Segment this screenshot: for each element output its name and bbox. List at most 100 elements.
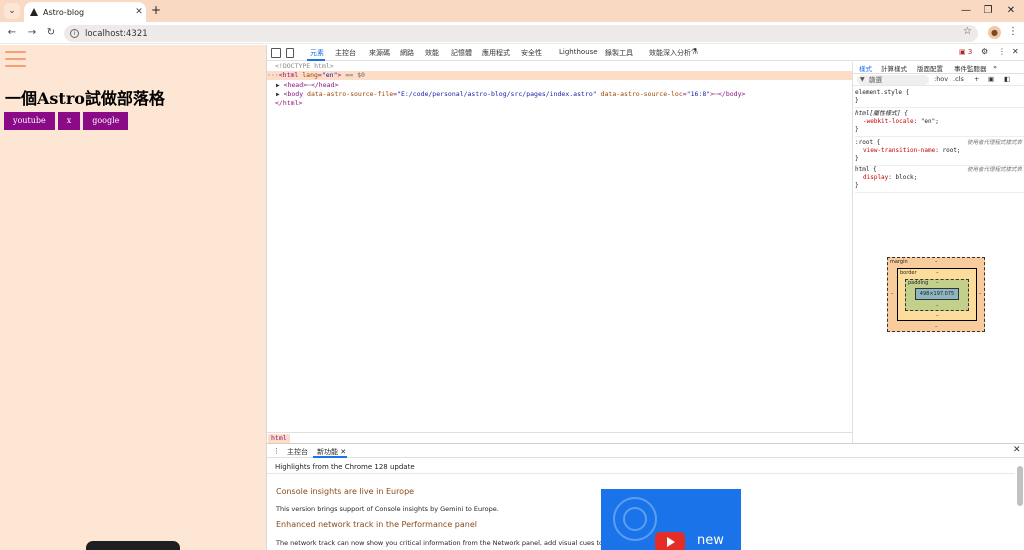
box-model-diagram: margin – – – – border – – padding – – 49… xyxy=(887,257,985,332)
active-tab-indicator xyxy=(307,59,325,61)
address-bar[interactable]: i localhost:4321 ☆ xyxy=(64,25,978,42)
style-rule-element[interactable]: element.style { } xyxy=(855,89,1024,108)
whats-new-item-text: This version brings support of Console i… xyxy=(276,505,499,513)
astro-favicon-icon xyxy=(30,8,38,16)
issues-count: 3 xyxy=(967,48,973,56)
chevron-down-icon: ⌄ xyxy=(8,6,16,16)
box-model-border: border – – padding – – 498×197.075 xyxy=(897,268,977,321)
hover-state-button[interactable]: :hov xyxy=(934,75,948,83)
whats-new-heading: Highlights from the Chrome 128 update xyxy=(275,463,415,471)
device-toolbar-icon[interactable] xyxy=(286,48,294,58)
filter-placeholder: 篩選 xyxy=(869,76,882,84)
drawer-tab-console[interactable]: 主控台 xyxy=(287,447,308,457)
filter-funnel-icon: ▼ xyxy=(860,76,865,83)
video-label: new xyxy=(697,533,724,548)
devtools-panel: 元素 主控台 來源碼 網路 效能 記憶體 應用程式 安全性 Lighthouse… xyxy=(266,45,1024,550)
tab-console[interactable]: 主控台 xyxy=(335,48,356,58)
class-toggle-button[interactable]: .cls xyxy=(953,75,964,83)
dom-node-body[interactable]: ▶ <body data-astro-source-file="E:/code/… xyxy=(276,90,745,99)
tab-network[interactable]: 網路 xyxy=(400,48,414,58)
styles-tab-bar: 樣式 計算樣式 版面配置 事件監聽器 » xyxy=(853,62,1024,74)
tab-close-icon[interactable]: ✕ xyxy=(132,7,146,17)
tab-computed[interactable]: 計算樣式 xyxy=(881,63,907,73)
browser-toolbar: ← → ↻ i localhost:4321 ☆ xyxy=(0,22,1024,44)
style-rule-root[interactable]: :root { 使用者代理程式樣式表 view-transition-name:… xyxy=(855,139,1024,166)
box-model-content[interactable]: 498×197.075 xyxy=(915,288,959,300)
taskbar-dock xyxy=(86,541,180,550)
devtools-close-icon[interactable]: ✕ xyxy=(1012,47,1019,56)
new-rule-button[interactable]: + xyxy=(974,75,979,83)
whats-new-item-text: The network track can now show you criti… xyxy=(276,539,604,547)
whats-new-video-thumbnail[interactable]: new xyxy=(601,489,741,550)
browser-menu-button[interactable]: ⋮ xyxy=(1008,25,1018,39)
browser-tab[interactable]: Astro-blog ✕ xyxy=(24,2,146,22)
site-info-icon[interactable]: i xyxy=(70,29,79,38)
whats-new-item-title[interactable]: Enhanced network track in the Performanc… xyxy=(276,520,477,529)
close-window-button[interactable]: ✕ xyxy=(1003,3,1019,19)
back-button[interactable]: ← xyxy=(4,25,20,41)
expand-arrow-icon: ▶ xyxy=(276,91,280,98)
link-google[interactable]: google xyxy=(83,112,129,130)
inspect-element-icon[interactable] xyxy=(271,48,281,58)
tab-memory[interactable]: 記憶體 xyxy=(451,48,472,58)
dom-node-html[interactable]: ···<html lang="en"> == $0 xyxy=(267,71,852,80)
drawer-menu-icon[interactable]: ⋮ xyxy=(273,447,280,455)
person-icon: ● xyxy=(991,28,998,37)
style-rule-html[interactable]: html { 使用者代理程式樣式表 display: block; } xyxy=(855,166,1024,193)
paint-icon[interactable]: ▣ xyxy=(988,75,994,83)
devtools-tab-bar: 元素 主控台 來源碼 網路 效能 記憶體 應用程式 安全性 Lighthouse… xyxy=(267,45,1024,61)
tab-performance-insights[interactable]: 效能深入分析 xyxy=(649,48,691,58)
dom-tree: <!DOCTYPE html> ···<html lang="en"> == $… xyxy=(267,62,852,432)
whats-new-item-title[interactable]: Console insights are live in Europe xyxy=(276,487,414,496)
tab-performance[interactable]: 效能 xyxy=(425,48,439,58)
rule-source: 使用者代理程式樣式表 xyxy=(966,140,1022,146)
tab-recorder[interactable]: 錄製工具 xyxy=(605,48,633,58)
play-button-icon[interactable] xyxy=(655,532,685,550)
expand-arrow-icon: ▶ xyxy=(276,82,280,89)
link-x[interactable]: x xyxy=(57,112,81,130)
more-actions-icon: ··· xyxy=(267,71,279,79)
web-page: 一個Astro試做部落格 youtube x google xyxy=(0,45,266,550)
reload-button[interactable]: ↻ xyxy=(43,25,59,41)
link-youtube[interactable]: youtube xyxy=(4,112,55,130)
bookmark-star-icon[interactable]: ☆ xyxy=(963,26,972,37)
breadcrumb-html[interactable]: html xyxy=(268,434,290,443)
restore-button[interactable]: ❐ xyxy=(980,3,996,19)
more-tabs-icon[interactable]: » xyxy=(993,63,997,71)
forward-button[interactable]: → xyxy=(24,25,40,41)
profile-avatar[interactable]: ● xyxy=(988,26,1001,39)
tab-elements[interactable]: 元素 xyxy=(310,48,324,58)
drawer-close-icon[interactable]: ✕ xyxy=(1013,445,1021,455)
tab-event-listeners[interactable]: 事件監聽器 xyxy=(954,63,987,73)
decorative-ring xyxy=(623,507,647,531)
url-text: localhost:4321 xyxy=(85,28,148,39)
page-title: 一個Astro試做部落格 xyxy=(5,89,165,108)
tab-lighthouse[interactable]: Lighthouse xyxy=(559,48,598,56)
tab-security[interactable]: 安全性 xyxy=(521,48,542,58)
dom-html-close[interactable]: </html> xyxy=(275,99,302,108)
tab-styles[interactable]: 樣式 xyxy=(859,63,872,73)
tab-application[interactable]: 應用程式 xyxy=(482,48,510,58)
experiment-flask-icon: ⚗ xyxy=(691,47,699,56)
tab-title: Astro-blog xyxy=(43,7,85,17)
minimize-button[interactable]: — xyxy=(958,3,974,19)
sidebar-toggle-icon[interactable]: ◧ xyxy=(1004,75,1010,83)
tab-strip: ⌄ Astro-blog ✕ + — ❐ ✕ xyxy=(0,0,1024,22)
dom-doctype[interactable]: <!DOCTYPE html> xyxy=(275,62,334,71)
style-rule-html-attr[interactable]: html[屬性樣式] { -webkit-locale: "en"; } xyxy=(855,110,1024,137)
new-tab-button[interactable]: + xyxy=(149,3,163,17)
devtools-menu-icon[interactable]: ⋮ xyxy=(998,47,1006,56)
styles-filter-input[interactable]: ▼ 篩選 xyxy=(857,75,929,85)
drawer-scrollbar[interactable] xyxy=(1017,466,1023,506)
tab-search-button[interactable]: ⌄ xyxy=(4,3,20,19)
settings-gear-icon[interactable]: ⚙ xyxy=(981,47,988,56)
rule-source: 使用者代理程式樣式表 xyxy=(966,167,1022,173)
dom-node-head[interactable]: ▶ <head>⋯</head> xyxy=(276,81,338,90)
devtools-drawer: ⋮ 主控台 新功能 ✕ ✕ Highlights from the Chrome… xyxy=(267,443,1024,550)
tab-sources[interactable]: 來源碼 xyxy=(369,48,390,58)
issues-badge[interactable]: ▣ 3 xyxy=(959,48,972,56)
social-links: youtube x google xyxy=(4,112,129,130)
hamburger-menu-icon[interactable] xyxy=(5,51,26,67)
styles-filter-bar: ▼ 篩選 :hov .cls + ▣ ◧ xyxy=(853,74,1024,86)
tab-layout[interactable]: 版面配置 xyxy=(917,63,943,73)
